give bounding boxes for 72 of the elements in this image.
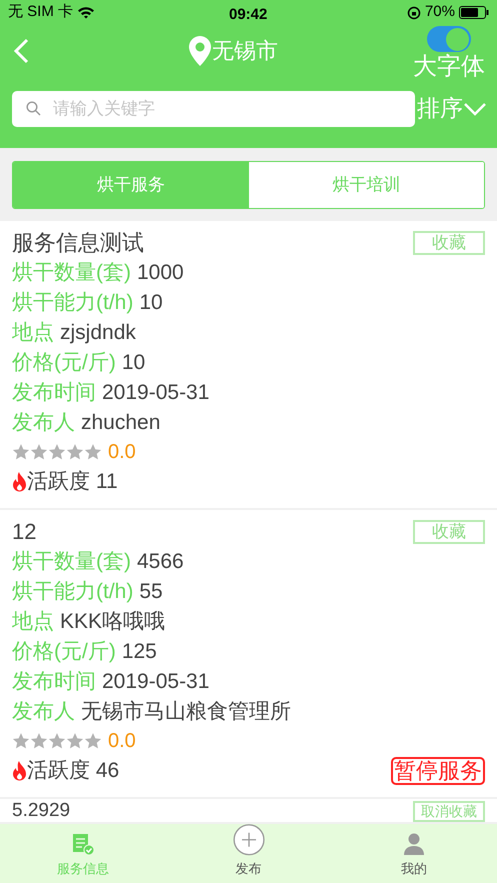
field-label: 地点 xyxy=(12,609,54,635)
field-value: 2019-05-31 xyxy=(102,380,210,406)
flame-icon xyxy=(12,761,27,781)
carrier-text: 无 SIM 卡 xyxy=(8,2,74,22)
star-icon xyxy=(84,443,102,461)
pause-service-button[interactable]: 暂停服务 xyxy=(391,757,485,785)
field-label: 烘干能力(t/h) xyxy=(12,579,134,605)
tab-bar-item[interactable]: 服务信息 xyxy=(0,824,166,883)
field-label: 价格(元/斤) xyxy=(12,639,116,665)
rotation-lock-icon xyxy=(406,6,421,20)
card-title: 5.2929 xyxy=(12,800,70,822)
favorite-button[interactable]: 收藏 xyxy=(413,231,485,255)
tab-bar-item[interactable]: 发布 xyxy=(166,824,332,883)
field-label: 地点 xyxy=(12,320,54,346)
field-label: 发布时间 xyxy=(12,380,96,406)
star-icon xyxy=(30,732,48,750)
field-value: zhuchen xyxy=(81,410,160,436)
field-value: 55 xyxy=(139,579,163,605)
large-font-toggle[interactable] xyxy=(427,26,471,52)
battery-icon xyxy=(459,6,489,19)
search-input[interactable]: 请输入关键字 xyxy=(53,96,401,122)
segment-tab[interactable]: 烘干服务 xyxy=(13,162,248,208)
star-icon xyxy=(12,732,30,750)
field-label: 烘干能力(t/h) xyxy=(12,290,134,316)
clock-text: 09:42 xyxy=(229,5,268,25)
service-card[interactable]: 12 收藏 烘干数量(套) 4566 烘干能力(t/h) 55 地点 KKK咯哦哦 价格(元/斤) 125 发布时间 2019-05-31 发布人 无锡市马山粮食管理所 0.0 活跃度 46 暂停服务 xyxy=(0,510,497,797)
star-icon xyxy=(66,443,84,461)
field-value: 1000 xyxy=(137,260,184,286)
wifi-icon xyxy=(77,6,96,19)
rating-value: 0.0 xyxy=(108,440,136,465)
field-label: 烘干数量(套) xyxy=(12,549,131,575)
large-font-label: 大字体 xyxy=(413,52,485,82)
star-icon xyxy=(48,443,66,461)
field-value: 2019-05-31 xyxy=(102,669,210,695)
search-field[interactable]: 请输入关键字 xyxy=(12,90,415,126)
tab-bar-item[interactable]: 我的 xyxy=(331,824,497,883)
field-value: 10 xyxy=(139,290,163,316)
field-value: 4566 xyxy=(137,549,184,575)
star-icon xyxy=(84,732,102,750)
field-value: 10 xyxy=(122,350,146,376)
favorite-button[interactable]: 取消收藏 xyxy=(413,801,485,822)
rating-value: 0.0 xyxy=(108,729,136,754)
add-circle-icon xyxy=(232,824,264,856)
document-check-icon xyxy=(70,832,95,856)
activity-text: 活跃度 46 xyxy=(27,758,120,784)
field-label: 发布人 xyxy=(12,410,75,436)
field-label: 烘干数量(套) xyxy=(12,260,131,286)
field-label: 价格(元/斤) xyxy=(12,350,116,376)
star-icon xyxy=(48,732,66,750)
star-icon xyxy=(66,732,84,750)
search-icon xyxy=(26,101,41,116)
activity-text: 活跃度 11 xyxy=(27,469,118,496)
city-title: 无锡市 xyxy=(212,37,278,65)
field-label: 发布人 xyxy=(12,699,75,725)
card-title: 服务信息测试 xyxy=(12,229,144,257)
star-icon xyxy=(12,443,30,461)
service-card[interactable]: 5.2929 取消收藏 xyxy=(0,799,497,822)
user-icon xyxy=(402,832,426,856)
battery-text: 70% xyxy=(424,2,455,22)
card-title: 12 xyxy=(12,518,36,546)
star-icon xyxy=(30,443,48,461)
field-label: 发布时间 xyxy=(12,669,96,695)
location-pin-icon xyxy=(188,34,212,66)
field-value: zjsjdndk xyxy=(60,320,136,346)
field-value: 无锡市马山粮食管理所 xyxy=(81,699,291,725)
chevron-down-icon xyxy=(463,102,487,116)
flame-icon xyxy=(12,472,27,492)
service-card[interactable]: 服务信息测试 收藏 烘干数量(套) 1000 烘干能力(t/h) 10 地点 zjsjdndk 价格(元/斤) 10 发布时间 2019-05-31 发布人 zhuchen 0.0 活跃度 11 xyxy=(0,221,497,508)
favorite-button[interactable]: 收藏 xyxy=(413,520,485,544)
field-value: 125 xyxy=(122,639,157,665)
field-value: KKK咯哦哦 xyxy=(60,609,166,635)
sort-button[interactable]: 排序 xyxy=(417,91,487,126)
